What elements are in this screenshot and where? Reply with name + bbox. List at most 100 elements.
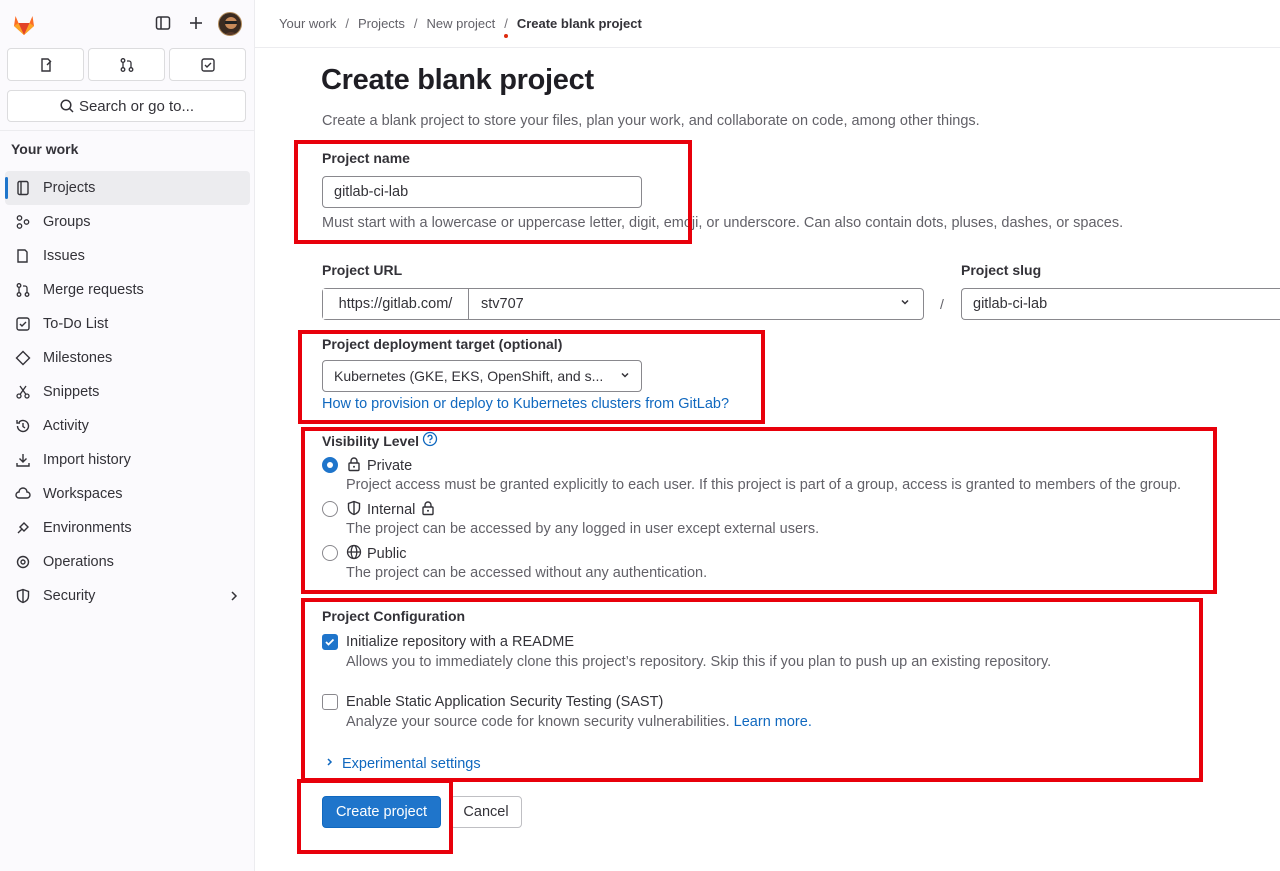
visibility-private-label: Private bbox=[367, 458, 413, 474]
sidebar-toggle-icon[interactable] bbox=[152, 12, 174, 34]
gitlab-logo-icon[interactable] bbox=[10, 10, 38, 38]
deployment-target-select[interactable]: Kubernetes (GKE, EKS, OpenShift, and s..… bbox=[322, 360, 642, 392]
search-label: Search or go to... bbox=[78, 97, 195, 115]
create-project-button[interactable]: Create project bbox=[322, 796, 441, 828]
sast-learn-more-link[interactable]: Learn more. bbox=[734, 714, 812, 730]
namespace-select[interactable]: stv707 bbox=[469, 289, 923, 319]
visibility-public-radio[interactable] bbox=[322, 545, 338, 561]
sast-label[interactable]: Enable Static Application Security Testi… bbox=[346, 694, 663, 710]
project-name-help: Must start with a lowercase or uppercase… bbox=[322, 215, 1124, 231]
merge-request-icon bbox=[120, 57, 133, 72]
sast-checkbox[interactable] bbox=[322, 694, 338, 710]
search-button[interactable]: Search or go to... bbox=[7, 90, 246, 122]
project-configuration-label: Project Configuration bbox=[322, 608, 466, 624]
workspace-icon bbox=[15, 486, 31, 502]
sidebar-item-label: Environments bbox=[43, 520, 132, 536]
readme-help: Allows you to immediately clone this pro… bbox=[346, 654, 1052, 670]
sidebar-item-groups[interactable]: Groups bbox=[5, 205, 250, 239]
visibility-level-heading: Visibility Level bbox=[322, 431, 438, 450]
visibility-public-option[interactable]: Public bbox=[346, 544, 407, 564]
sidebar-item-label: Operations bbox=[43, 554, 114, 570]
breadcrumb-projects[interactable]: Projects bbox=[358, 16, 405, 31]
sidebar-item-merge-requests[interactable]: Merge requests bbox=[5, 273, 250, 307]
plus-icon[interactable] bbox=[185, 12, 207, 34]
project-url-label: Project URL bbox=[322, 262, 403, 278]
sidebar-item-operations[interactable]: Operations bbox=[5, 545, 250, 579]
check-icon bbox=[325, 638, 335, 646]
sidebar-item-environments[interactable]: Environments bbox=[5, 511, 250, 545]
sidebar-item-snippets[interactable]: Snippets bbox=[5, 375, 250, 409]
sidebar-item-import-history[interactable]: Import history bbox=[5, 443, 250, 477]
merge-requests-shortcut-button[interactable] bbox=[88, 48, 165, 81]
sidebar-item-workspaces[interactable]: Workspaces bbox=[5, 477, 250, 511]
cancel-button[interactable]: Cancel bbox=[450, 796, 522, 828]
sidebar-item-label: To-Do List bbox=[43, 316, 109, 332]
deployment-target-value: Kubernetes (GKE, EKS, OpenShift, and s..… bbox=[334, 368, 604, 384]
sidebar-item-issues[interactable]: Issues bbox=[5, 239, 250, 273]
sast-help: Analyze your source code for known secur… bbox=[346, 714, 730, 730]
sidebar-item-label: Projects bbox=[43, 180, 96, 196]
sidebar-item-activity[interactable]: Activity bbox=[5, 409, 250, 443]
experimental-settings-label: Experimental settings bbox=[342, 756, 481, 772]
breadcrumb-separator: / bbox=[345, 16, 349, 31]
visibility-private-option[interactable]: Private bbox=[346, 456, 412, 476]
project-url-group: https://gitlab.com/ stv707 bbox=[322, 288, 924, 320]
project-icon bbox=[15, 180, 31, 196]
project-name-label: Project name bbox=[322, 150, 410, 166]
readme-label[interactable]: Initialize repository with a README bbox=[346, 634, 574, 650]
visibility-internal-radio[interactable] bbox=[322, 501, 338, 517]
page-title: Create blank project bbox=[321, 64, 594, 96]
namespace-value: stv707 bbox=[481, 296, 524, 312]
visibility-internal-help: The project can be accessed by any logge… bbox=[346, 521, 820, 537]
visibility-private-radio[interactable] bbox=[322, 457, 338, 473]
sidebar-item-todo-list[interactable]: To-Do List bbox=[5, 307, 250, 341]
chevron-down-icon bbox=[899, 296, 911, 312]
issues-icon bbox=[15, 248, 31, 264]
todo-shortcut-button[interactable] bbox=[169, 48, 246, 81]
breadcrumb-your-work[interactable]: Your work bbox=[279, 16, 336, 31]
issues-icon bbox=[40, 57, 51, 72]
experimental-settings-toggle[interactable]: Experimental settings bbox=[326, 756, 481, 772]
project-name-input[interactable]: gitlab-ci-lab bbox=[322, 176, 642, 208]
visibility-internal-option[interactable]: Internal bbox=[346, 500, 436, 520]
sidebar: Search or go to... Your work Projects Gr… bbox=[0, 0, 255, 871]
milestone-icon bbox=[15, 350, 31, 366]
visibility-private-help: Project access must be granted explicitl… bbox=[346, 477, 1181, 493]
sidebar-nav: Projects Groups Issues Merge requests To… bbox=[5, 171, 250, 613]
search-icon bbox=[60, 99, 74, 113]
shield-icon bbox=[15, 588, 31, 604]
visibility-public-label: Public bbox=[367, 546, 407, 562]
issues-shortcut-button[interactable] bbox=[7, 48, 84, 81]
operations-icon bbox=[15, 554, 31, 570]
sidebar-item-label: Issues bbox=[43, 248, 85, 264]
chevron-right-icon bbox=[326, 756, 334, 772]
lock-icon bbox=[346, 456, 362, 476]
sidebar-item-security[interactable]: Security bbox=[5, 579, 250, 613]
question-circle-icon[interactable] bbox=[422, 431, 438, 450]
chevron-down-icon bbox=[619, 368, 631, 384]
deployment-target-label: Project deployment target (optional) bbox=[322, 336, 563, 352]
breadcrumb: Your work / Projects / New project / Cre… bbox=[279, 16, 642, 31]
sidebar-item-projects[interactable]: Projects bbox=[5, 171, 250, 205]
import-icon bbox=[15, 452, 31, 468]
breadcrumb-separator: / bbox=[413, 16, 418, 31]
environment-icon bbox=[15, 520, 31, 536]
shield-icon bbox=[346, 500, 362, 520]
sidebar-divider bbox=[0, 130, 254, 131]
visibility-public-help: The project can be accessed without any … bbox=[346, 565, 708, 581]
kubernetes-help-link[interactable]: How to provision or deploy to Kubernetes… bbox=[322, 396, 729, 412]
avatar[interactable] bbox=[218, 12, 242, 36]
readme-checkbox[interactable] bbox=[322, 634, 338, 650]
merge-request-icon bbox=[15, 282, 31, 298]
breadcrumb-current[interactable]: Create blank project bbox=[517, 16, 642, 31]
todo-icon bbox=[15, 316, 31, 332]
breadcrumb-new-project[interactable]: New project bbox=[427, 16, 496, 31]
sidebar-item-milestones[interactable]: Milestones bbox=[5, 341, 250, 375]
snippet-icon bbox=[15, 384, 31, 400]
project-slug-input[interactable]: gitlab-ci-lab bbox=[961, 288, 1280, 320]
url-separator: / bbox=[940, 296, 944, 312]
sidebar-item-label: Import history bbox=[43, 452, 131, 468]
sidebar-item-label: Activity bbox=[43, 418, 89, 434]
sidebar-section-title: Your work bbox=[11, 141, 79, 157]
lock-icon bbox=[420, 500, 436, 520]
